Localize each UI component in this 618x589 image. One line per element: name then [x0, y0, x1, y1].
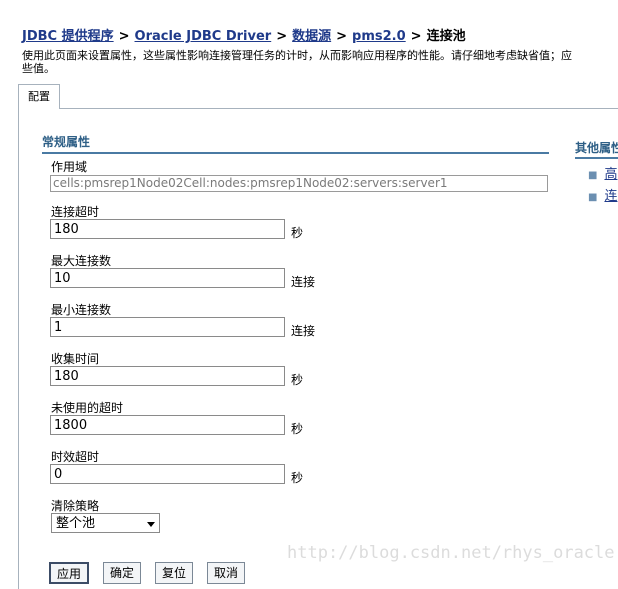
- additional-properties-link-advanced[interactable]: 高: [604, 167, 617, 182]
- chevron-down-icon: [147, 522, 155, 527]
- additional-properties-item: ■ 高: [588, 163, 617, 182]
- ok-button[interactable]: 确定: [103, 562, 142, 584]
- additional-properties-title: 其他属性: [575, 141, 618, 155]
- breadcrumb-separator: >: [410, 29, 422, 44]
- reset-button[interactable]: 复位: [155, 562, 194, 584]
- breadcrumb-link-jdbc-providers[interactable]: JDBC 提供程序: [22, 29, 114, 44]
- additional-properties-item: ■ 连: [588, 185, 617, 204]
- max-connections-label: 最大连接数: [51, 254, 112, 268]
- page-description: 使用此页面来设置属性，这些属性影响连接管理任务的计时，从而影响应用程序的性能。请…: [22, 49, 618, 75]
- reap-time-label: 收集时间: [51, 352, 100, 366]
- cancel-button[interactable]: 取消: [207, 562, 246, 584]
- purge-policy-selected-value: 整个池: [56, 516, 96, 531]
- tab-configuration[interactable]: 配置: [18, 84, 60, 109]
- aged-timeout-label: 时效超时: [51, 450, 100, 464]
- breadcrumb-link-pms20[interactable]: pms2.0: [352, 29, 406, 44]
- watermark: http://blog.csdn.net/rhys_oracle: [287, 543, 615, 563]
- aged-timeout-input[interactable]: [50, 464, 285, 484]
- purge-policy-select[interactable]: 整个池: [51, 513, 160, 533]
- general-properties-title: 常规属性: [42, 133, 549, 154]
- description-line-2: 些值。: [22, 62, 55, 75]
- bullet-icon: ■: [588, 170, 598, 181]
- min-connections-unit: 连接: [291, 324, 316, 338]
- breadcrumb-separator: >: [336, 29, 348, 44]
- additional-properties-divider: [575, 157, 618, 159]
- apply-button[interactable]: 应用: [49, 562, 90, 584]
- breadcrumb-current: 连接池: [426, 29, 466, 44]
- unused-timeout-unit: 秒: [291, 422, 304, 436]
- min-connections-label: 最小连接数: [51, 303, 112, 317]
- bullet-icon: ■: [588, 192, 598, 203]
- min-connections-input[interactable]: [50, 317, 285, 337]
- breadcrumb-separator: >: [276, 29, 288, 44]
- breadcrumb: JDBC 提供程序 > Oracle JDBC Driver > 数据源 > pms2.0 >…: [22, 25, 466, 44]
- scope-label: 作用域: [51, 160, 88, 174]
- breadcrumb-link-oracle-jdbc-driver[interactable]: Oracle JDBC Driver: [135, 29, 272, 44]
- connection-timeout-label: 连接超时: [51, 205, 100, 219]
- unused-timeout-input[interactable]: [50, 415, 285, 435]
- aged-timeout-unit: 秒: [291, 471, 304, 485]
- breadcrumb-separator: >: [118, 29, 130, 44]
- max-connections-unit: 连接: [291, 275, 316, 289]
- reap-time-input[interactable]: [50, 366, 285, 386]
- additional-properties-link-connection[interactable]: 连: [604, 189, 617, 204]
- unused-timeout-label: 未使用的超时: [51, 401, 124, 415]
- purge-policy-label: 清除策略: [51, 499, 100, 513]
- scope-value: cells:pmsrep1Node02Cell:nodes:pmsrep1Nod…: [50, 175, 548, 192]
- connection-timeout-unit: 秒: [291, 226, 304, 240]
- reap-time-unit: 秒: [291, 373, 304, 387]
- connection-timeout-input[interactable]: [50, 219, 285, 239]
- description-line-1: 使用此页面来设置属性，这些属性影响连接管理任务的计时，从而影响应用程序的性能。请…: [22, 49, 572, 62]
- breadcrumb-link-data-sources[interactable]: 数据源: [292, 29, 331, 44]
- max-connections-input[interactable]: [50, 268, 285, 288]
